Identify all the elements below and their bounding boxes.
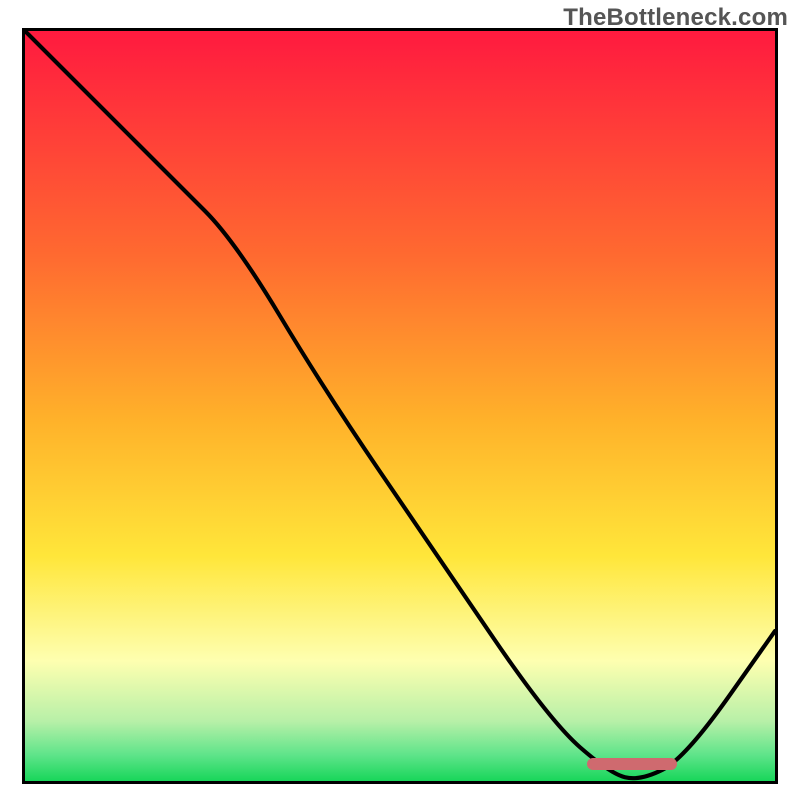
plot-area bbox=[22, 28, 778, 784]
chart-stage: TheBottleneck.com bbox=[0, 0, 800, 800]
bottleneck-curve bbox=[25, 31, 775, 781]
optimal-range-marker bbox=[587, 758, 677, 770]
